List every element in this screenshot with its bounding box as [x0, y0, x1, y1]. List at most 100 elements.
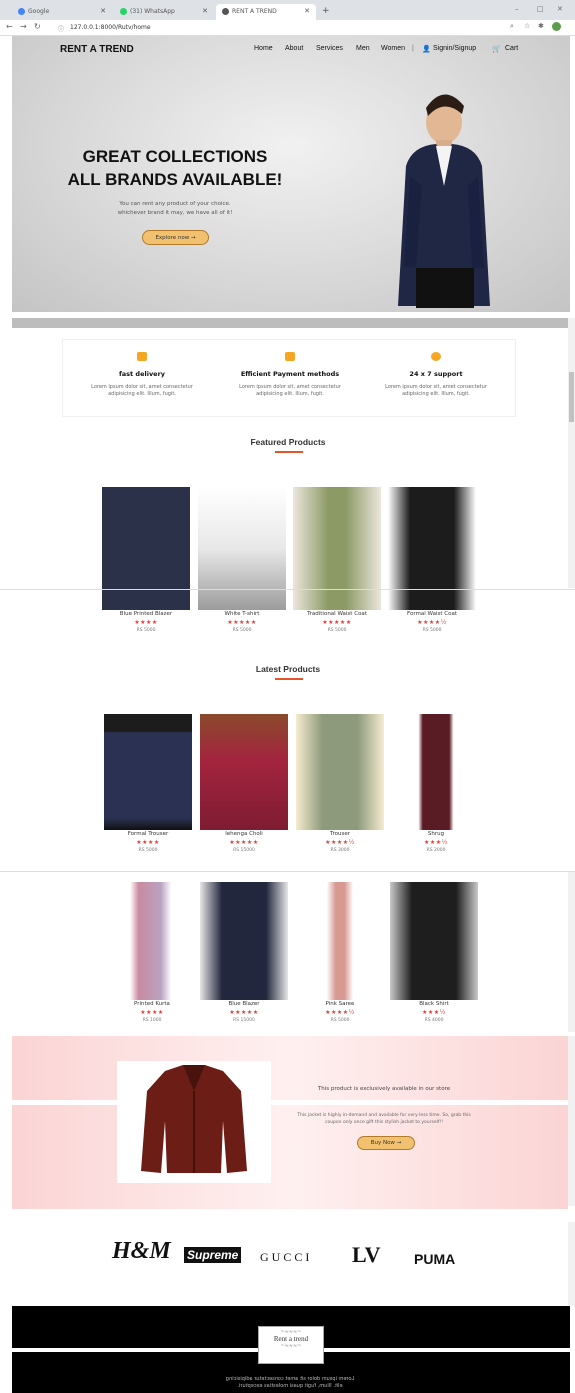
globe-icon [222, 8, 229, 15]
brand-gucci[interactable]: GUCCI [260, 1250, 312, 1265]
product-image[interactable] [104, 714, 192, 830]
explore-button[interactable]: Explore now → [142, 230, 209, 245]
reload-icon[interactable]: ↻ [34, 22, 41, 31]
title-underline [275, 451, 303, 453]
scrollbar[interactable] [568, 872, 575, 1032]
avatar[interactable] [552, 22, 561, 31]
product-name[interactable]: Pink Saree [294, 1001, 386, 1007]
scrollbar[interactable] [568, 1222, 575, 1306]
tab-google[interactable]: Google ✕ [12, 4, 112, 20]
whatsapp-icon [120, 8, 127, 15]
jacket-image[interactable] [117, 1061, 271, 1183]
rating-stars: ★★★★★ [322, 619, 352, 626]
product-name[interactable]: lehenga Choli [198, 831, 290, 837]
close-icon[interactable]: ✕ [202, 7, 208, 15]
brand-supreme[interactable]: Supreme [184, 1247, 242, 1263]
headset-icon [431, 352, 441, 361]
google-icon [18, 8, 25, 15]
minimize-button[interactable]: – [515, 5, 519, 13]
footer-logo[interactable]: ~≈≈≈~ Rent a trend ~≈≈≈~ [258, 1326, 324, 1364]
promo-description: This jacket is highly in-demand and avai… [297, 1113, 471, 1125]
hero-title-line1: GREAT COLLECTIONS [82, 147, 268, 166]
brand-logo[interactable]: RENT A TREND [60, 44, 134, 55]
product-image[interactable] [296, 714, 384, 830]
maximize-button[interactable]: □ [537, 5, 544, 13]
url-input[interactable]: 127.0.0.1:8000/Rutv/home [70, 24, 151, 31]
product-image[interactable] [200, 714, 288, 830]
ornament-icon: ~≈≈≈~ [280, 1343, 302, 1349]
truck-icon [137, 352, 147, 361]
feature-title: fast delivery [118, 370, 166, 378]
product-image[interactable] [108, 882, 196, 1000]
product-image[interactable] [102, 487, 190, 610]
product-price: RS 4000 [424, 1018, 444, 1023]
search-icon[interactable]: ⌕ [510, 22, 514, 31]
product-image[interactable] [293, 487, 381, 610]
star-icon[interactable]: ☆ [524, 22, 530, 30]
product-price: RS 5000 [330, 1018, 350, 1023]
brand-hm[interactable]: H&M [112, 1238, 171, 1265]
rating-stars: ★★★½ [422, 1009, 446, 1016]
product-image[interactable] [388, 487, 476, 610]
user-icon: 👤 [422, 46, 431, 53]
product-name[interactable]: Printed Kurta [106, 1001, 198, 1007]
product-image[interactable] [296, 882, 384, 1000]
rating-stars: ★★★★ [134, 619, 158, 626]
product-price: RS 15000 [233, 1018, 255, 1023]
product-name[interactable]: Traditional Waist Coat [291, 611, 383, 617]
nav-men[interactable]: Men [356, 45, 370, 52]
product-image[interactable] [392, 714, 480, 830]
close-icon[interactable]: ✕ [100, 7, 106, 15]
close-icon[interactable]: ✕ [304, 7, 310, 15]
info-icon[interactable]: ⓘ [58, 24, 64, 33]
product-name[interactable]: Formal Trouser [102, 831, 194, 837]
rating-stars: ★★★★ [140, 1009, 164, 1016]
rating-stars: ★★★★★ [227, 619, 257, 626]
product-price: RS 2000 [426, 848, 446, 853]
footer-text: elit. Illum, fugit quasi molestias excep… [237, 1383, 343, 1389]
title-underline [275, 678, 303, 680]
tab-rent-a-trend[interactable]: RENT A TREND ✕ [216, 4, 316, 20]
back-icon[interactable]: ← [6, 22, 13, 31]
hero-title-line2: ALL BRANDS AVAILABLE! [67, 170, 283, 189]
product-name[interactable]: White T-shirt [196, 611, 288, 617]
product-price: RS 5000 [232, 628, 252, 633]
forward-icon[interactable]: → [20, 22, 27, 31]
brand-puma[interactable]: PUMA [414, 1251, 455, 1267]
product-name[interactable]: Formal Waist Coat [386, 611, 478, 617]
leather-jacket-image [141, 1065, 247, 1173]
product-name[interactable]: Trouser [294, 831, 386, 837]
product-image[interactable] [200, 882, 288, 1000]
rating-stars: ★★★½ [424, 839, 448, 846]
product-price: RS 15000 [233, 848, 255, 853]
product-image[interactable] [198, 487, 286, 610]
tab-whatsapp[interactable]: (31) WhatsApp ✕ [114, 4, 214, 20]
rating-stars: ★★★★★ [229, 1009, 259, 1016]
extensions-icon[interactable]: ✱ [538, 22, 544, 30]
nav-services[interactable]: Services [316, 45, 343, 52]
product-name[interactable]: Shrug [390, 831, 482, 837]
scrollbar[interactable] [568, 318, 575, 588]
product-name[interactable]: Black Shirt [388, 1001, 480, 1007]
window-close-button[interactable]: ✕ [557, 5, 563, 13]
buy-now-button[interactable]: Buy Now → [357, 1136, 415, 1150]
product-image[interactable] [390, 882, 478, 1000]
product-price: RS 5000 [138, 848, 158, 853]
new-tab-button[interactable]: + [322, 6, 330, 16]
rating-stars: ★★★★½ [325, 839, 355, 846]
hero-description: You can rent any product of your choice.… [117, 201, 233, 216]
nav-cart[interactable]: Cart [505, 45, 518, 52]
scrollbar-thumb[interactable] [569, 372, 574, 422]
nav-home[interactable]: Home [254, 45, 273, 52]
scrollbar[interactable] [568, 1036, 575, 1206]
nav-signin[interactable]: Signin/Signup [433, 45, 476, 52]
feature-title: 24 x 7 support [409, 370, 463, 378]
cart-icon: 🛒 [492, 46, 501, 53]
nav-women[interactable]: Women [381, 45, 405, 52]
product-name[interactable]: Blue Printed Blazer [100, 611, 192, 617]
feature-description: Lorem ipsum dolor sit, amet consectetur a… [239, 384, 341, 397]
product-name[interactable]: Blue Blazer [198, 1001, 290, 1007]
brand-lv[interactable]: LV [352, 1242, 381, 1268]
nav-about[interactable]: About [285, 45, 303, 52]
feature-title: Efficient Payment methods [240, 370, 340, 378]
